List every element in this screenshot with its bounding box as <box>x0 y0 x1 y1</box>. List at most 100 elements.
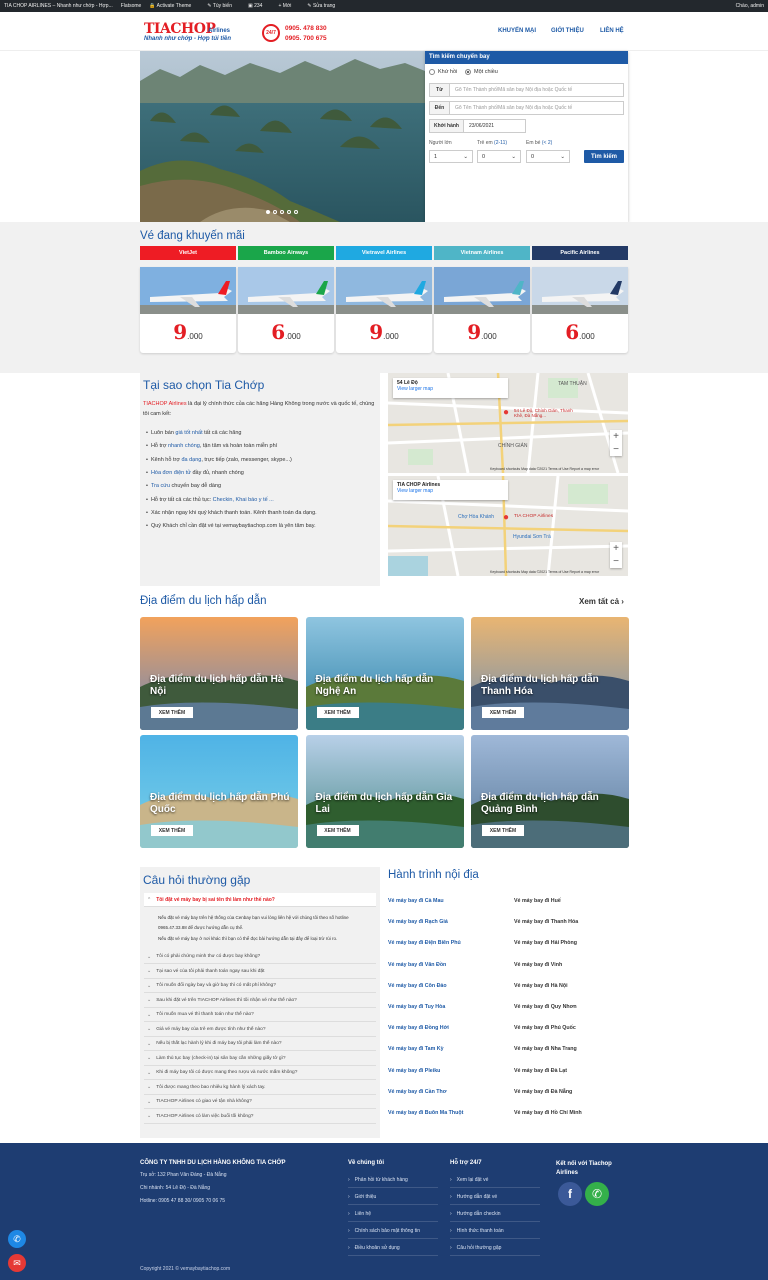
faq-question[interactable]: ⌄ Tôi muốn mua vé thì thanh toán như thế … <box>144 1008 376 1022</box>
route-link[interactable]: Vé máy bay đi Cà Mau <box>388 898 444 904</box>
why-highlight[interactable]: Hóa đơn điện tử <box>151 470 191 476</box>
see-more-button[interactable]: XEM THÊM <box>316 707 359 718</box>
faq-question[interactable]: ⌄ Tại sao vé của tôi phải thanh toán ngay… <box>144 965 376 979</box>
destination-card[interactable]: Địa điểm du lịch hấp dẫn Thanh Hóa XEM THÊ… <box>471 617 629 730</box>
footer-link[interactable]: Chính sách bảo mật thông tin <box>348 1228 438 1239</box>
destination-card[interactable]: Địa điểm du lịch hấp dẫn Gia Lai XEM THÊM <box>305 735 464 848</box>
route-link[interactable]: Vé máy bay đi Đà Lạt <box>514 1068 567 1074</box>
route-link[interactable]: Vé máy bay đi Hà Nội <box>514 983 568 989</box>
trip-round[interactable]: Khứ hồi <box>429 69 457 75</box>
to-input[interactable]: Gõ Tên Thành phố/Mã sân bay Nội địa hoặc… <box>450 102 623 114</box>
phone-icon[interactable]: ✆ <box>585 1182 609 1206</box>
admin-flatsome-link[interactable]: Flatsome <box>121 3 142 9</box>
faq-question[interactable]: ⌄ Tôi được mang theo bao nhiêu kg hành lý… <box>144 1081 376 1095</box>
phone-2[interactable]: 0905. 700 675 <box>285 35 327 42</box>
route-link[interactable]: Vé máy bay đi Tuy Hòa <box>388 1004 445 1010</box>
airline-tab[interactable]: VietJet <box>140 246 236 260</box>
footer-link[interactable]: Xem lại đặt vé <box>450 1177 540 1188</box>
footer-link[interactable]: Giới thiệu <box>348 1194 438 1205</box>
why-highlight[interactable]: giá tốt nhất <box>175 430 202 436</box>
airline-tab[interactable]: Pacific Airlines <box>532 246 628 260</box>
map-2-zoom[interactable]: + − <box>610 542 622 568</box>
route-link[interactable]: Vé máy bay đi Côn Đảo <box>388 983 447 989</box>
nav-promotions[interactable]: KHUYẾN MẠI <box>498 28 536 34</box>
promo-card[interactable]: 9.000 <box>336 267 432 353</box>
route-link[interactable]: Vé máy bay đi Tam Kỳ <box>388 1046 444 1052</box>
children-select[interactable]: 0 ⌄ <box>477 150 521 163</box>
route-link[interactable]: Vé máy bay đi Cần Thơ <box>388 1089 447 1095</box>
infants-select[interactable]: 0 ⌄ <box>526 150 570 163</box>
faq-question[interactable]: ⌄ Sau khi đặt vé trên TIACHOP Airlines th… <box>144 994 376 1008</box>
slider-dot[interactable] <box>280 210 284 214</box>
admin-greeting[interactable]: Chào, admin <box>736 3 764 9</box>
site-logo[interactable]: TIACHOP <box>144 21 216 37</box>
destination-card[interactable]: Địa điểm du lịch hấp dẫn Nghệ An XEM THÊM <box>305 617 464 730</box>
footer-link[interactable]: Phản hồi từ khách hàng <box>348 1177 438 1188</box>
why-highlight[interactable]: nhanh chóng <box>168 443 200 449</box>
why-highlight[interactable]: Tra cứu <box>151 483 170 489</box>
slider-dot[interactable] <box>287 210 291 214</box>
see-more-button[interactable]: XEM THÊM <box>151 707 193 718</box>
route-link[interactable]: Vé máy bay đi Phú Quốc <box>514 1025 576 1031</box>
route-link[interactable]: Vé máy bay đi Thanh Hóa <box>514 919 578 925</box>
zoom-out-icon[interactable]: − <box>613 556 619 567</box>
destination-card[interactable]: Địa điểm du lịch hấp dẫn Phú Quốc XEM THÊM <box>140 735 298 848</box>
admin-new[interactable]: + Mới <box>278 3 299 9</box>
admin-comments[interactable]: ▣ 234 <box>248 3 270 9</box>
hero-slider[interactable] <box>140 51 425 222</box>
faq-open-question[interactable]: ⌃ Tôi đặt vé máy bay bị sai tên thì làm n… <box>144 893 376 907</box>
promo-card[interactable]: 9.000 <box>140 267 236 353</box>
route-link[interactable]: Vé máy bay đi Huế <box>514 898 561 904</box>
destination-card[interactable]: Địa điểm du lịch hấp dẫn Hà Nội XEM THÊM <box>140 617 298 730</box>
route-link[interactable]: Vé máy bay đi Vân Đồn <box>388 962 446 968</box>
float-messenger-icon[interactable]: ✉ <box>8 1254 26 1272</box>
nav-about[interactable]: GIỚI THIỆU <box>551 28 584 34</box>
slider-dot[interactable] <box>294 210 298 214</box>
faq-question[interactable]: ⌄ Làm thủ tục bay (check-in) tại sân bay … <box>144 1052 376 1066</box>
float-phone-icon[interactable]: ✆ <box>8 1230 26 1248</box>
route-link[interactable]: Vé máy bay đi Điện Biên Phủ <box>388 940 461 946</box>
route-link[interactable]: Vé máy bay đi Đà Nẵng <box>514 1089 572 1095</box>
footer-link[interactable]: Câu hỏi thường gặp <box>450 1245 540 1256</box>
route-link[interactable]: Vé máy bay đi Đồng Hới <box>388 1025 449 1031</box>
airline-tab[interactable]: Vietravel Airlines <box>336 246 432 260</box>
route-link[interactable]: Vé máy bay đi Pleiku <box>388 1068 440 1074</box>
admin-edit-page[interactable]: ✎ Sửa trang <box>307 3 343 9</box>
faq-question[interactable]: ⌄ Tôi có phải chứng minh thư có được bay … <box>144 950 376 964</box>
from-field[interactable]: Từ Gõ Tên Thành phố/Mã sân bay Nội địa h… <box>429 83 624 97</box>
adults-select[interactable]: 1 ⌄ <box>429 150 473 163</box>
why-highlight[interactable]: đa dạng <box>181 457 201 463</box>
airline-tab[interactable]: Vietnam Airlines <box>434 246 530 260</box>
see-more-button[interactable]: XEM THÊM <box>482 825 524 836</box>
faq-question[interactable]: ⌄ Giá vé máy bay của trẻ em được tính như… <box>144 1023 376 1037</box>
admin-activate-theme[interactable]: 🔒 Activate Theme <box>149 3 199 9</box>
zoom-out-icon[interactable]: − <box>613 444 619 455</box>
faq-question[interactable]: ⌄ Tôi muốn đổi ngày bay và giờ bay thì có… <box>144 979 376 993</box>
slider-dot[interactable] <box>273 210 277 214</box>
faq-question[interactable]: ⌄ TIACHOP Airlines có làm việc buổi tối k… <box>144 1110 376 1124</box>
admin-site-link[interactable]: TIA CHOP AIRLINES – Nhanh như chớp - Hợp… <box>4 3 113 9</box>
faq-question[interactable]: ⌄ Khi đi máy bay tôi có được mang theo rư… <box>144 1066 376 1080</box>
route-link[interactable]: Vé máy bay đi Quy Nhơn <box>514 1004 577 1010</box>
see-more-button[interactable]: XEM THÊM <box>151 825 193 836</box>
promo-card[interactable]: 6.000 <box>238 267 334 353</box>
zoom-in-icon[interactable]: + <box>613 543 619 554</box>
footer-link[interactable]: Liên hệ <box>348 1211 438 1222</box>
route-link[interactable]: Vé máy bay đi Hồ Chí Minh <box>514 1110 582 1116</box>
route-link[interactable]: Vé máy bay đi Hải Phòng <box>514 940 577 946</box>
see-more-button[interactable]: XEM THÊM <box>482 707 524 718</box>
route-link[interactable]: Vé máy bay đi Buôn Ma Thuột <box>388 1110 463 1116</box>
date-field[interactable]: Khởi hành 23/06/2021 <box>429 119 526 133</box>
faq-question[interactable]: ⌄ Nếu bị thất lạc hành lý khi đi máy bay … <box>144 1037 376 1051</box>
see-more-button[interactable]: XEM THÊM <box>316 825 359 836</box>
phone-1[interactable]: 0905. 478 830 <box>285 25 327 32</box>
from-input[interactable]: Gõ Tên Thành phố/Mã sân bay Nội địa hoặc… <box>450 84 623 96</box>
slider-dot[interactable] <box>266 210 270 214</box>
promo-card[interactable]: 9.000 <box>434 267 530 353</box>
footer-link[interactable]: Hướng dẫn checkin <box>450 1211 540 1222</box>
route-link[interactable]: Vé máy bay đi Rạch Giá <box>388 919 448 925</box>
facebook-icon[interactable]: f <box>558 1182 582 1206</box>
faq-question[interactable]: ⌄ TIACHOP Airlines có giao vé tận nhà khô… <box>144 1095 376 1109</box>
map-2-larger-link[interactable]: View larger map <box>397 488 504 494</box>
destination-card[interactable]: Địa điểm du lịch hấp dẫn Quảng Bình XEM TH… <box>471 735 629 848</box>
